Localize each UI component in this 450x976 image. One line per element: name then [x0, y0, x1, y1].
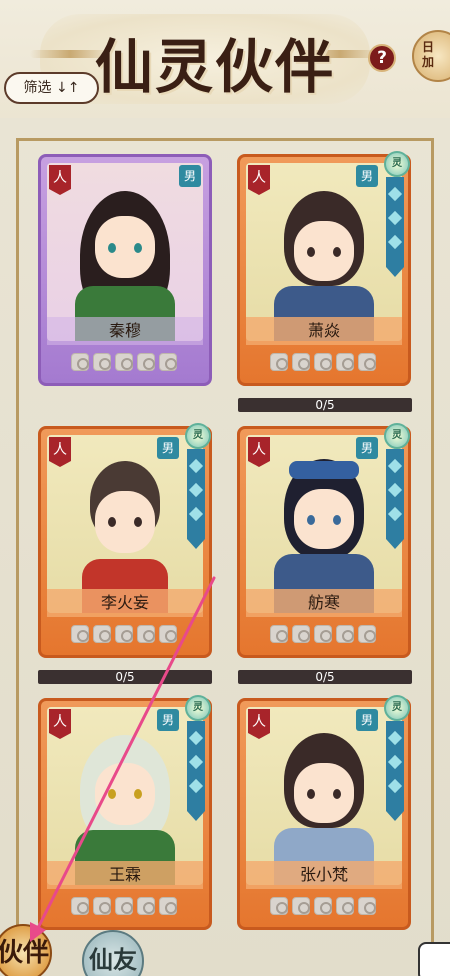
rank-ribbon — [187, 721, 205, 821]
star-slot-icon — [137, 625, 155, 643]
star-slot-icon — [270, 353, 288, 371]
partner-name: 舫寒 — [246, 589, 402, 617]
partner-name: 李火妄 — [47, 589, 203, 617]
race-tag: 人 — [248, 709, 270, 739]
portrait-area — [47, 163, 203, 341]
gender-tag: 男 — [157, 709, 179, 731]
filter-button[interactable]: 筛选 ↓↑ — [4, 72, 99, 104]
help-button[interactable]: ? — [368, 44, 396, 72]
partner-card[interactable]: 人 男 灵 张小梵 — [237, 695, 411, 930]
race-tag: 人 — [49, 165, 71, 195]
star-slot-icon — [159, 625, 177, 643]
gender-tag: 男 — [356, 437, 378, 459]
element-badge-icon: 灵 — [185, 423, 211, 449]
portrait-area — [246, 163, 402, 341]
gender-tag: 男 — [157, 437, 179, 459]
element-badge-icon: 灵 — [384, 151, 410, 177]
race-tag: 人 — [248, 165, 270, 195]
star-slot-icon — [358, 897, 376, 915]
race-tag: 人 — [248, 437, 270, 467]
partner-name: 张小梵 — [246, 861, 402, 889]
star-slot-icon — [270, 897, 288, 915]
star-slot-icon — [93, 625, 111, 643]
star-slots — [270, 897, 376, 919]
star-slot-icon — [71, 897, 89, 915]
partner-name: 秦穆 — [47, 317, 203, 345]
star-slot-icon — [159, 353, 177, 371]
rank-ribbon — [386, 177, 404, 277]
shard-progress: 0/5 — [238, 670, 412, 684]
star-slot-icon — [115, 625, 133, 643]
rank-ribbon — [386, 721, 404, 821]
star-slot-icon — [93, 897, 111, 915]
portrait-area — [246, 435, 402, 613]
partner-card[interactable]: 人 男 秦穆 — [38, 154, 212, 386]
star-slot-icon — [115, 353, 133, 371]
star-slot-icon — [137, 897, 155, 915]
race-tag: 人 — [49, 709, 71, 739]
star-slot-icon — [292, 625, 310, 643]
star-slot-icon — [358, 625, 376, 643]
star-slots — [71, 625, 177, 647]
portrait-area — [47, 707, 203, 885]
rank-ribbon — [386, 449, 404, 549]
partner-card[interactable]: 人 男 灵 李火妄 — [38, 423, 212, 658]
star-slot-icon — [314, 353, 332, 371]
star-slots — [71, 353, 177, 375]
star-slot-icon — [336, 353, 354, 371]
star-slot-icon — [314, 625, 332, 643]
partner-card[interactable]: 人 男 灵 舫寒 — [237, 423, 411, 658]
star-slot-icon — [115, 897, 133, 915]
element-badge-icon: 灵 — [185, 695, 211, 721]
partner-card[interactable]: 人 男 灵 王霖 — [38, 695, 212, 930]
portrait-area — [246, 707, 402, 885]
star-slots — [270, 625, 376, 647]
nav-side-button[interactable] — [418, 942, 450, 976]
page-title: 仙灵伙伴 — [95, 33, 336, 101]
star-slot-icon — [292, 897, 310, 915]
star-slot-icon — [71, 625, 89, 643]
star-slot-icon — [336, 897, 354, 915]
star-slot-icon — [270, 625, 288, 643]
star-slots — [71, 897, 177, 919]
shard-progress: 0/5 — [38, 670, 212, 684]
element-badge-icon: 灵 — [384, 423, 410, 449]
element-badge-icon: 灵 — [384, 695, 410, 721]
portrait-area — [47, 435, 203, 613]
race-tag: 人 — [49, 437, 71, 467]
shard-progress: 0/5 — [238, 398, 412, 412]
star-slot-icon — [71, 353, 89, 371]
star-slot-icon — [159, 897, 177, 915]
star-slot-icon — [93, 353, 111, 371]
partner-name: 王霖 — [47, 861, 203, 889]
header: 仙灵伙伴 ? 日 加 筛选 ↓↑ — [0, 0, 450, 118]
daily-bonus-badge[interactable]: 日 加 — [412, 30, 450, 82]
gender-tag: 男 — [356, 709, 378, 731]
star-slot-icon — [137, 353, 155, 371]
rank-ribbon — [187, 449, 205, 549]
star-slot-icon — [336, 625, 354, 643]
star-slot-icon — [358, 353, 376, 371]
star-slots — [270, 353, 376, 375]
star-slot-icon — [314, 897, 332, 915]
gender-tag: 男 — [179, 165, 201, 187]
daily-bonus-label: 日 加 — [422, 40, 435, 69]
star-slot-icon — [292, 353, 310, 371]
partner-card[interactable]: 人 男 灵 萧焱 — [237, 151, 411, 386]
partner-name: 萧焱 — [246, 317, 402, 345]
gender-tag: 男 — [356, 165, 378, 187]
